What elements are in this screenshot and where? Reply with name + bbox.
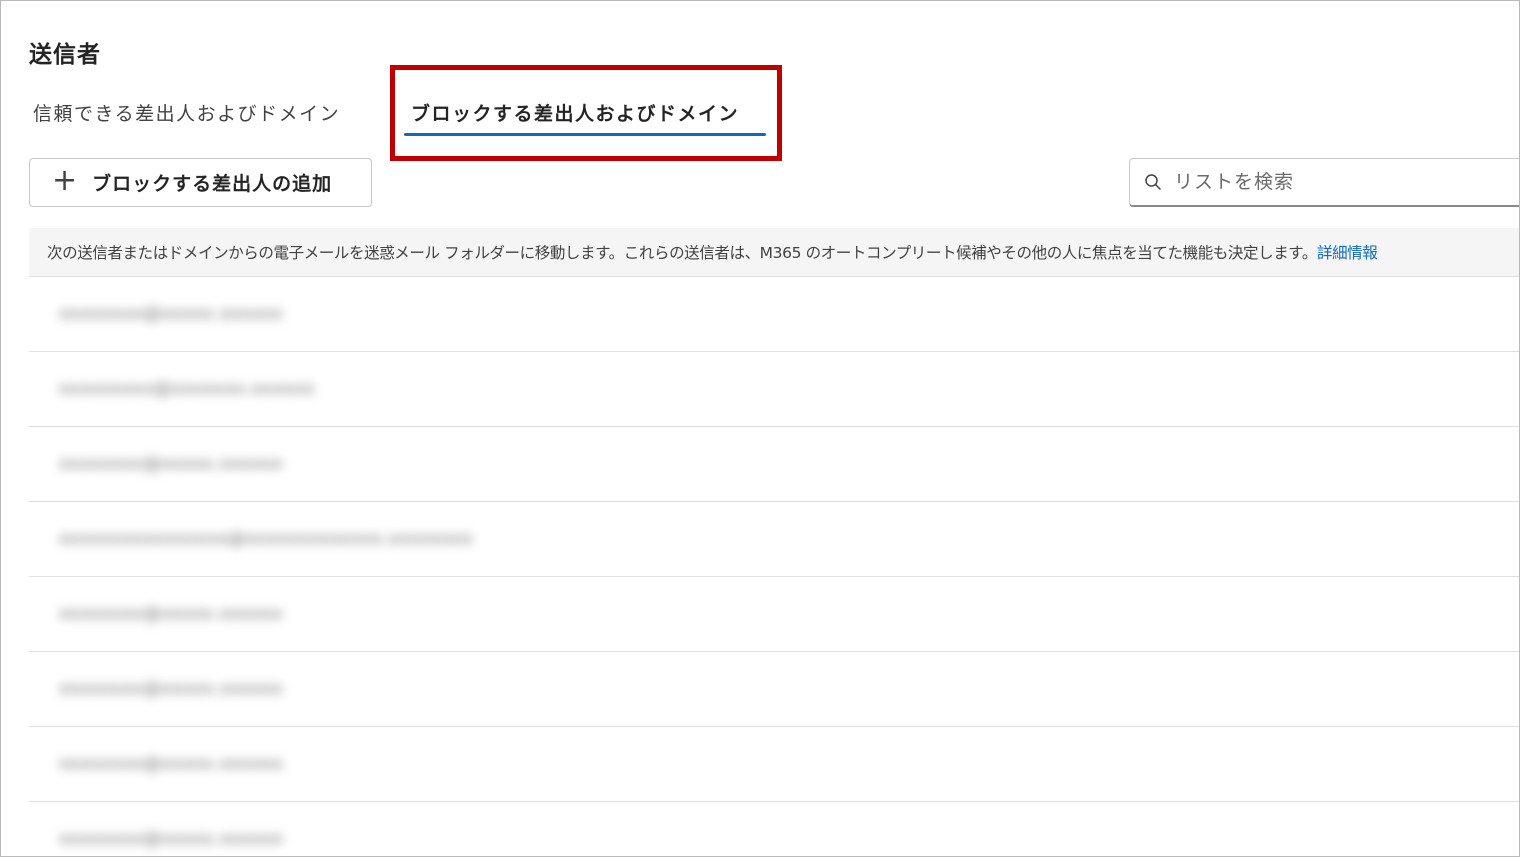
annotation-highlight-box xyxy=(390,65,782,161)
list-item[interactable]: xxxxxxxxx@xxxxxxx.xxxxxx xyxy=(29,352,1519,427)
tab-trusted-senders[interactable]: 信頼できる差出人およびドメイン xyxy=(33,99,340,126)
list-item[interactable]: xxxxxxxxxxxxxxxx@xxxxxxxxxxxxx.xxxxxxxx xyxy=(29,502,1519,577)
list-item[interactable]: xxxxxxxx@xxxxx.xxxxxx xyxy=(29,577,1519,652)
sender-address: xxxxxxxx@xxxxx.xxxxxx xyxy=(59,604,284,624)
list-item[interactable]: xxxxxxxx@xxxxx.xxxxxx xyxy=(29,427,1519,502)
search-box[interactable] xyxy=(1129,158,1519,207)
sender-address: xxxxxxxx@xxxxx.xxxxxx xyxy=(59,454,284,474)
list-item[interactable]: xxxxxxxx@xxxxx.xxxxxx xyxy=(29,652,1519,727)
plus-icon: + xyxy=(52,162,79,198)
add-blocked-sender-button[interactable]: + ブロックする差出人の追加 xyxy=(29,158,372,207)
list-item[interactable]: xxxxxxxx@xxxxx.xxxxxx xyxy=(29,802,1519,856)
sender-settings-panel: 送信者 信頼できる差出人およびドメイン ブロックする差出人およびドメイン + ブ… xyxy=(0,0,1520,857)
sender-address: xxxxxxxx@xxxxx.xxxxxx xyxy=(59,304,284,324)
blocked-senders-list: xxxxxxxx@xxxxx.xxxxxx xxxxxxxxx@xxxxxxx.… xyxy=(29,277,1519,856)
sender-address: xxxxxxxxxxxxxxxx@xxxxxxxxxxxxx.xxxxxxxx xyxy=(59,529,474,549)
sender-address: xxxxxxxx@xxxxx.xxxxxx xyxy=(59,754,284,774)
sender-address: xxxxxxxx@xxxxx.xxxxxx xyxy=(59,829,284,849)
info-bar: 次の送信者またはドメインからの電子メールを迷惑メール フォルダーに移動します。こ… xyxy=(29,228,1519,277)
search-icon xyxy=(1145,174,1161,190)
sender-address: xxxxxxxxx@xxxxxxx.xxxxxx xyxy=(59,379,315,399)
list-item[interactable]: xxxxxxxx@xxxxx.xxxxxx xyxy=(29,727,1519,802)
page-title: 送信者 xyxy=(29,42,101,68)
search-input[interactable] xyxy=(1174,171,1474,193)
learn-more-link[interactable]: 詳細情報 xyxy=(1317,241,1378,263)
info-message: 次の送信者またはドメインからの電子メールを迷惑メール フォルダーに移動します。こ… xyxy=(47,244,1317,262)
sender-address: xxxxxxxx@xxxxx.xxxxxx xyxy=(59,679,284,699)
add-blocked-sender-label: ブロックする差出人の追加 xyxy=(92,173,333,195)
list-item[interactable]: xxxxxxxx@xxxxx.xxxxxx xyxy=(29,277,1519,352)
